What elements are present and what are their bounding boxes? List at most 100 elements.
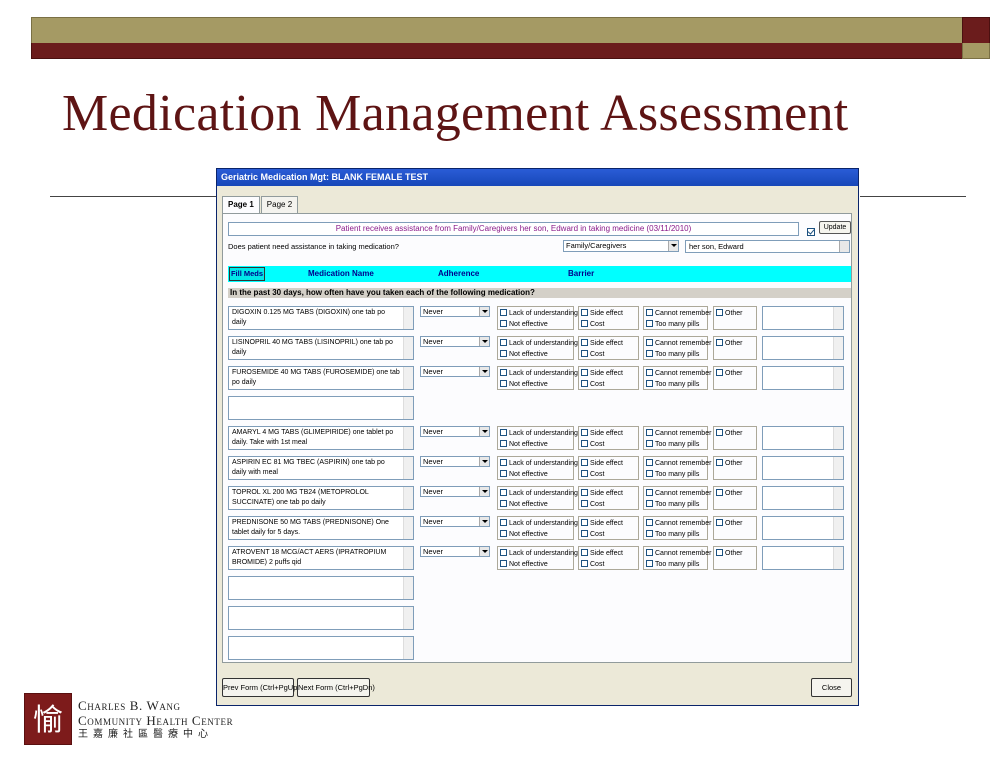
checkbox-icon[interactable] [646, 560, 653, 567]
barrier-option-cannot-remember[interactable]: Cannot remember [646, 369, 711, 378]
checkbox-icon[interactable] [581, 309, 588, 316]
checkbox-icon[interactable] [716, 459, 723, 466]
chevron-down-icon[interactable] [479, 307, 489, 316]
scrollbar[interactable] [833, 517, 843, 539]
adherence-select[interactable]: Never [420, 336, 490, 347]
adherence-select[interactable]: Never [420, 456, 490, 467]
barrier-option-not-effective[interactable]: Not effective [500, 470, 548, 479]
checkbox-icon[interactable] [581, 470, 588, 477]
barrier-option-too-many-pills[interactable]: Too many pills [646, 470, 699, 479]
checkbox-icon[interactable] [581, 429, 588, 436]
barrier-option-other[interactable]: Other [716, 459, 743, 468]
checkbox-icon[interactable] [716, 549, 723, 556]
medication-name-field[interactable]: AMARYL 4 MG TABS (GLIMEPIRIDE) one table… [228, 426, 414, 450]
barrier-option-lack-of-understanding[interactable]: Lack of understanding [500, 519, 578, 528]
medication-name-field[interactable]: PREDNISONE 50 MG TABS (PREDNISONE) One t… [228, 516, 414, 540]
adherence-select[interactable]: Never [420, 546, 490, 557]
checkbox-icon[interactable] [500, 459, 507, 466]
barrier-option-cannot-remember[interactable]: Cannot remember [646, 339, 711, 348]
checkbox-icon[interactable] [500, 380, 507, 387]
scrollbar[interactable] [833, 457, 843, 479]
barrier-other-field[interactable] [762, 306, 844, 330]
scrollbar[interactable] [403, 427, 413, 449]
barrier-option-cannot-remember[interactable]: Cannot remember [646, 459, 711, 468]
checkbox-icon[interactable] [581, 459, 588, 466]
barrier-option-cost[interactable]: Cost [581, 380, 604, 389]
barrier-option-other[interactable]: Other [716, 369, 743, 378]
checkbox-icon[interactable] [646, 470, 653, 477]
chevron-down-icon[interactable] [479, 427, 489, 436]
medication-name-field[interactable]: LISINOPRIL 40 MG TABS (LISINOPRIL) one t… [228, 336, 414, 360]
medication-name-field[interactable] [228, 396, 414, 420]
scrollbar[interactable] [403, 487, 413, 509]
barrier-option-too-many-pills[interactable]: Too many pills [646, 530, 699, 539]
checkbox-icon[interactable] [500, 350, 507, 357]
assistance-detail-input[interactable]: her son, Edward [685, 240, 850, 253]
barrier-option-lack-of-understanding[interactable]: Lack of understanding [500, 429, 578, 438]
checkbox-icon[interactable] [716, 429, 723, 436]
scrollbar[interactable] [403, 637, 413, 659]
checkbox-icon[interactable] [581, 560, 588, 567]
medication-name-field[interactable]: ASPIRIN EC 81 MG TBEC (ASPIRIN) one tab … [228, 456, 414, 480]
checkbox-icon[interactable] [500, 500, 507, 507]
checkbox-icon[interactable] [581, 380, 588, 387]
barrier-option-not-effective[interactable]: Not effective [500, 380, 548, 389]
barrier-option-side-effect[interactable]: Side effect [581, 459, 623, 468]
scrollbar[interactable] [403, 367, 413, 389]
barrier-option-side-effect[interactable]: Side effect [581, 369, 623, 378]
fill-meds-button[interactable]: Fill Meds [229, 267, 265, 281]
barrier-option-cannot-remember[interactable]: Cannot remember [646, 429, 711, 438]
scrollbar[interactable] [833, 367, 843, 389]
barrier-other-field[interactable] [762, 426, 844, 450]
scrollbar[interactable] [403, 457, 413, 479]
barrier-option-other[interactable]: Other [716, 489, 743, 498]
barrier-option-too-many-pills[interactable]: Too many pills [646, 380, 699, 389]
barrier-other-field[interactable] [762, 546, 844, 570]
checkbox-icon[interactable] [646, 530, 653, 537]
barrier-other-field[interactable] [762, 456, 844, 480]
checkbox-icon[interactable] [581, 500, 588, 507]
barrier-option-lack-of-understanding[interactable]: Lack of understanding [500, 549, 578, 558]
scrollbar[interactable] [403, 607, 413, 629]
checkbox-icon[interactable] [646, 369, 653, 376]
barrier-option-cannot-remember[interactable]: Cannot remember [646, 309, 711, 318]
barrier-option-not-effective[interactable]: Not effective [500, 440, 548, 449]
checkbox-icon[interactable] [500, 549, 507, 556]
scrollbar[interactable] [833, 307, 843, 329]
chevron-down-icon[interactable] [479, 517, 489, 526]
checkbox-icon[interactable] [646, 440, 653, 447]
checkbox-icon[interactable] [581, 530, 588, 537]
scrollbar[interactable] [833, 427, 843, 449]
checkbox-icon[interactable] [581, 440, 588, 447]
chevron-down-icon[interactable] [668, 241, 678, 251]
barrier-option-not-effective[interactable]: Not effective [500, 530, 548, 539]
barrier-option-side-effect[interactable]: Side effect [581, 549, 623, 558]
barrier-option-lack-of-understanding[interactable]: Lack of understanding [500, 489, 578, 498]
tab-page-2[interactable]: Page 2 [260, 196, 299, 213]
barrier-option-cannot-remember[interactable]: Cannot remember [646, 549, 711, 558]
update-button[interactable]: Update [819, 221, 851, 234]
medication-name-field[interactable]: DIGOXIN 0.125 MG TABS (DIGOXIN) one tab … [228, 306, 414, 330]
barrier-option-not-effective[interactable]: Not effective [500, 350, 548, 359]
checkbox-icon[interactable] [716, 339, 723, 346]
scrollbar[interactable] [403, 337, 413, 359]
barrier-option-too-many-pills[interactable]: Too many pills [646, 320, 699, 329]
barrier-option-too-many-pills[interactable]: Too many pills [646, 440, 699, 449]
checkbox-icon[interactable] [500, 470, 507, 477]
adherence-select[interactable]: Never [420, 366, 490, 377]
barrier-other-field[interactable] [762, 516, 844, 540]
barrier-option-not-effective[interactable]: Not effective [500, 560, 548, 569]
checkbox-icon[interactable] [716, 489, 723, 496]
checkbox-icon[interactable] [500, 309, 507, 316]
scrollbar[interactable] [403, 577, 413, 599]
barrier-option-other[interactable]: Other [716, 519, 743, 528]
checkbox-icon[interactable] [581, 320, 588, 327]
spinner-icon[interactable] [839, 241, 849, 252]
checkbox-icon[interactable] [581, 519, 588, 526]
scrollbar[interactable] [403, 397, 413, 419]
checkbox-icon[interactable] [716, 519, 723, 526]
scrollbar[interactable] [833, 547, 843, 569]
next-form-button[interactable]: Next Form (Ctrl+PgDn) [297, 678, 375, 697]
checkbox-icon[interactable] [500, 560, 507, 567]
adherence-select[interactable]: Never [420, 486, 490, 497]
